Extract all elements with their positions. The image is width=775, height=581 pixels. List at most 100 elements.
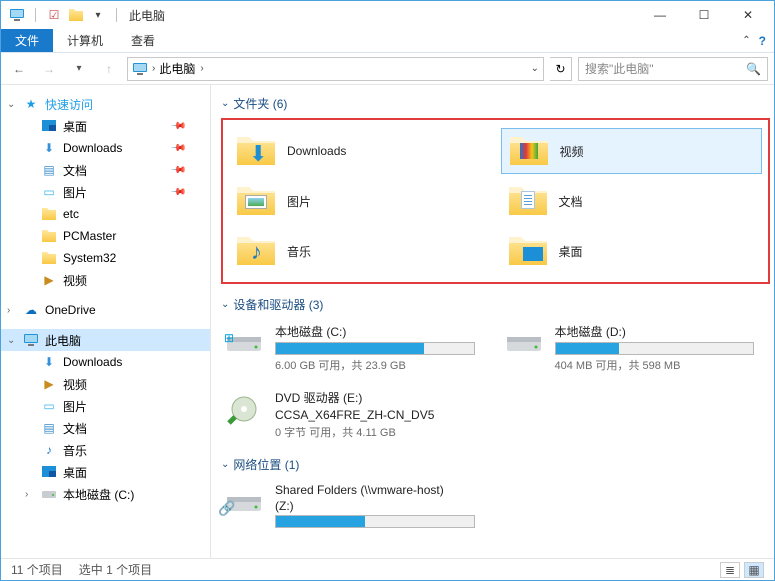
refresh-button[interactable]: ↻ bbox=[550, 57, 572, 81]
caret-icon: ⌄ bbox=[221, 459, 229, 470]
close-button[interactable]: ✕ bbox=[726, 1, 770, 29]
network-drive-icon: 🔗 bbox=[223, 483, 265, 519]
nav-item[interactable]: ⬇Downloads bbox=[1, 351, 210, 373]
videos-folder-icon bbox=[508, 133, 550, 169]
pin-icon: 📌 bbox=[169, 162, 186, 179]
qat-dropdown-icon[interactable]: ▾ bbox=[90, 7, 106, 23]
window-title: 此电脑 bbox=[129, 7, 165, 24]
nav-back-button[interactable]: ← bbox=[7, 57, 31, 81]
ribbon-expand-icon[interactable]: ⌃ bbox=[742, 35, 750, 46]
folder-item[interactable]: ♪ 音乐 bbox=[229, 228, 491, 274]
nav-up-button[interactable]: ↑ bbox=[97, 57, 121, 81]
section-network-header[interactable]: ⌄ 网络位置 (1) bbox=[221, 456, 770, 473]
nav-item[interactable]: ▤文档 bbox=[1, 417, 210, 439]
desktop-icon bbox=[41, 464, 57, 480]
drive-item[interactable]: ⊞ 本地磁盘 (C:) 6.00 GB 可用，共 23.9 GB bbox=[221, 319, 491, 377]
pc-icon bbox=[23, 332, 39, 348]
downloads-icon: ⬇ bbox=[41, 140, 57, 156]
system-icon[interactable] bbox=[9, 7, 25, 23]
caret-icon[interactable]: › bbox=[25, 489, 28, 500]
pictures-icon: ▭ bbox=[41, 398, 57, 414]
folder-item[interactable]: 视频 bbox=[501, 128, 763, 174]
folder-item[interactable]: 桌面 bbox=[501, 228, 763, 274]
address-row: ← → ▾ ↑ › 此电脑› ⌄ ↻ 搜索"此电脑" 🔍 bbox=[1, 53, 774, 85]
desktop-icon bbox=[41, 118, 57, 134]
documents-icon: ▤ bbox=[41, 162, 57, 178]
address-pc-icon bbox=[132, 61, 148, 77]
nav-item[interactable]: ▶视频 bbox=[1, 373, 210, 395]
minimize-button[interactable]: — bbox=[638, 1, 682, 29]
caret-icon[interactable]: ⌄ bbox=[7, 99, 15, 110]
caret-icon[interactable]: ⌄ bbox=[7, 335, 15, 346]
folder-icon bbox=[41, 250, 57, 266]
nav-item[interactable]: ▭图片📌 bbox=[1, 181, 210, 203]
nav-history-dropdown[interactable]: ▾ bbox=[67, 57, 91, 81]
address-dropdown-icon[interactable]: ⌄ bbox=[531, 63, 539, 74]
caret-icon: ⌄ bbox=[221, 98, 229, 109]
nav-onedrive[interactable]: › ☁ OneDrive bbox=[1, 299, 210, 321]
nav-item[interactable]: ▶视频 bbox=[1, 269, 210, 291]
status-selected: 选中 1 个项目 bbox=[79, 561, 152, 578]
folder-icon bbox=[41, 228, 57, 244]
view-details-button[interactable]: ≣ bbox=[720, 562, 740, 578]
nav-item[interactable]: 桌面 bbox=[1, 461, 210, 483]
nav-item[interactable]: etc bbox=[1, 203, 210, 225]
caret-icon[interactable]: › bbox=[7, 305, 10, 316]
drive-icon bbox=[41, 486, 57, 502]
maximize-button[interactable]: ☐ bbox=[682, 1, 726, 29]
nav-item[interactable]: ›本地磁盘 (C:) bbox=[1, 483, 210, 505]
nav-item[interactable]: ⬇Downloads📌 bbox=[1, 137, 210, 159]
folder-icon bbox=[41, 206, 57, 222]
ribbon-file-tab[interactable]: 文件 bbox=[1, 29, 53, 52]
documents-icon: ▤ bbox=[41, 420, 57, 436]
nav-item[interactable]: ▤文档📌 bbox=[1, 159, 210, 181]
storage-bar bbox=[275, 342, 475, 355]
search-placeholder: 搜索"此电脑" bbox=[585, 60, 654, 77]
nav-this-pc[interactable]: ⌄ 此电脑 bbox=[1, 329, 210, 351]
pin-icon: 📌 bbox=[169, 118, 186, 135]
qat-newfolder-icon[interactable] bbox=[68, 7, 84, 23]
music-folder-icon: ♪ bbox=[235, 233, 277, 269]
pictures-icon: ▭ bbox=[41, 184, 57, 200]
folder-item[interactable]: ⬇ Downloads bbox=[229, 128, 491, 174]
section-drives-header[interactable]: ⌄ 设备和驱动器 (3) bbox=[221, 296, 770, 313]
pictures-folder-icon bbox=[235, 183, 277, 219]
downloads-folder-icon: ⬇ bbox=[235, 133, 277, 169]
nav-forward-button[interactable]: → bbox=[37, 57, 61, 81]
pin-icon: 📌 bbox=[169, 184, 186, 201]
address-bar[interactable]: › 此电脑› ⌄ bbox=[127, 57, 544, 81]
folder-item[interactable]: 图片 bbox=[229, 178, 491, 224]
drive-item[interactable]: DVD 驱动器 (E:) CCSA_X64FRE_ZH-CN_DV5 0 字节 … bbox=[221, 385, 491, 444]
nav-item[interactable]: System32 bbox=[1, 247, 210, 269]
titlebar: ☑ ▾ 此电脑 — ☐ ✕ bbox=[1, 1, 774, 29]
qat-properties-icon[interactable]: ☑ bbox=[46, 7, 62, 23]
videos-icon: ▶ bbox=[41, 376, 57, 392]
storage-bar bbox=[555, 342, 755, 355]
music-icon: ♪ bbox=[41, 442, 57, 458]
navigation-pane[interactable]: ⌄ ★ 快速访问 桌面📌 ⬇Downloads📌 ▤文档📌 ▭图片📌 etc P… bbox=[1, 85, 211, 558]
pin-icon: 📌 bbox=[169, 140, 186, 157]
windows-drive-icon: ⊞ bbox=[223, 323, 265, 359]
content-area[interactable]: ⌄ 文件夹 (6) ⬇ Downloads 视频 图片 文档 ♪ 音乐 bbox=[211, 85, 774, 558]
breadcrumb[interactable]: 此电脑 bbox=[159, 60, 195, 77]
drive-item[interactable]: 本地磁盘 (D:) 404 MB 可用，共 598 MB bbox=[501, 319, 771, 377]
ribbon: 文件 计算机 查看 ⌃ ? bbox=[1, 29, 774, 53]
view-icons-button[interactable]: ▦ bbox=[744, 562, 764, 578]
nav-item[interactable]: ▭图片 bbox=[1, 395, 210, 417]
ribbon-tab-view[interactable]: 查看 bbox=[117, 29, 169, 52]
nav-item[interactable]: PCMaster bbox=[1, 225, 210, 247]
ribbon-tab-computer[interactable]: 计算机 bbox=[53, 29, 117, 52]
nav-item[interactable]: ♪音乐 bbox=[1, 439, 210, 461]
folder-item[interactable]: 文档 bbox=[501, 178, 763, 224]
nav-item[interactable]: 桌面📌 bbox=[1, 115, 210, 137]
ribbon-help-icon[interactable]: ? bbox=[759, 34, 766, 48]
section-folders-header[interactable]: ⌄ 文件夹 (6) bbox=[221, 95, 770, 112]
highlight-box: ⬇ Downloads 视频 图片 文档 ♪ 音乐 桌面 bbox=[221, 118, 770, 284]
dvd-drive-icon bbox=[223, 389, 265, 425]
network-drive-item[interactable]: 🔗 Shared Folders (\\vmware-host) (Z:) bbox=[221, 479, 491, 534]
search-input[interactable]: 搜索"此电脑" 🔍 bbox=[578, 57, 768, 81]
desktop-folder-icon bbox=[507, 233, 549, 269]
nav-quick-access[interactable]: ⌄ ★ 快速访问 bbox=[1, 93, 210, 115]
search-icon: 🔍 bbox=[746, 62, 761, 76]
address-root-caret-icon[interactable]: › bbox=[152, 63, 155, 74]
